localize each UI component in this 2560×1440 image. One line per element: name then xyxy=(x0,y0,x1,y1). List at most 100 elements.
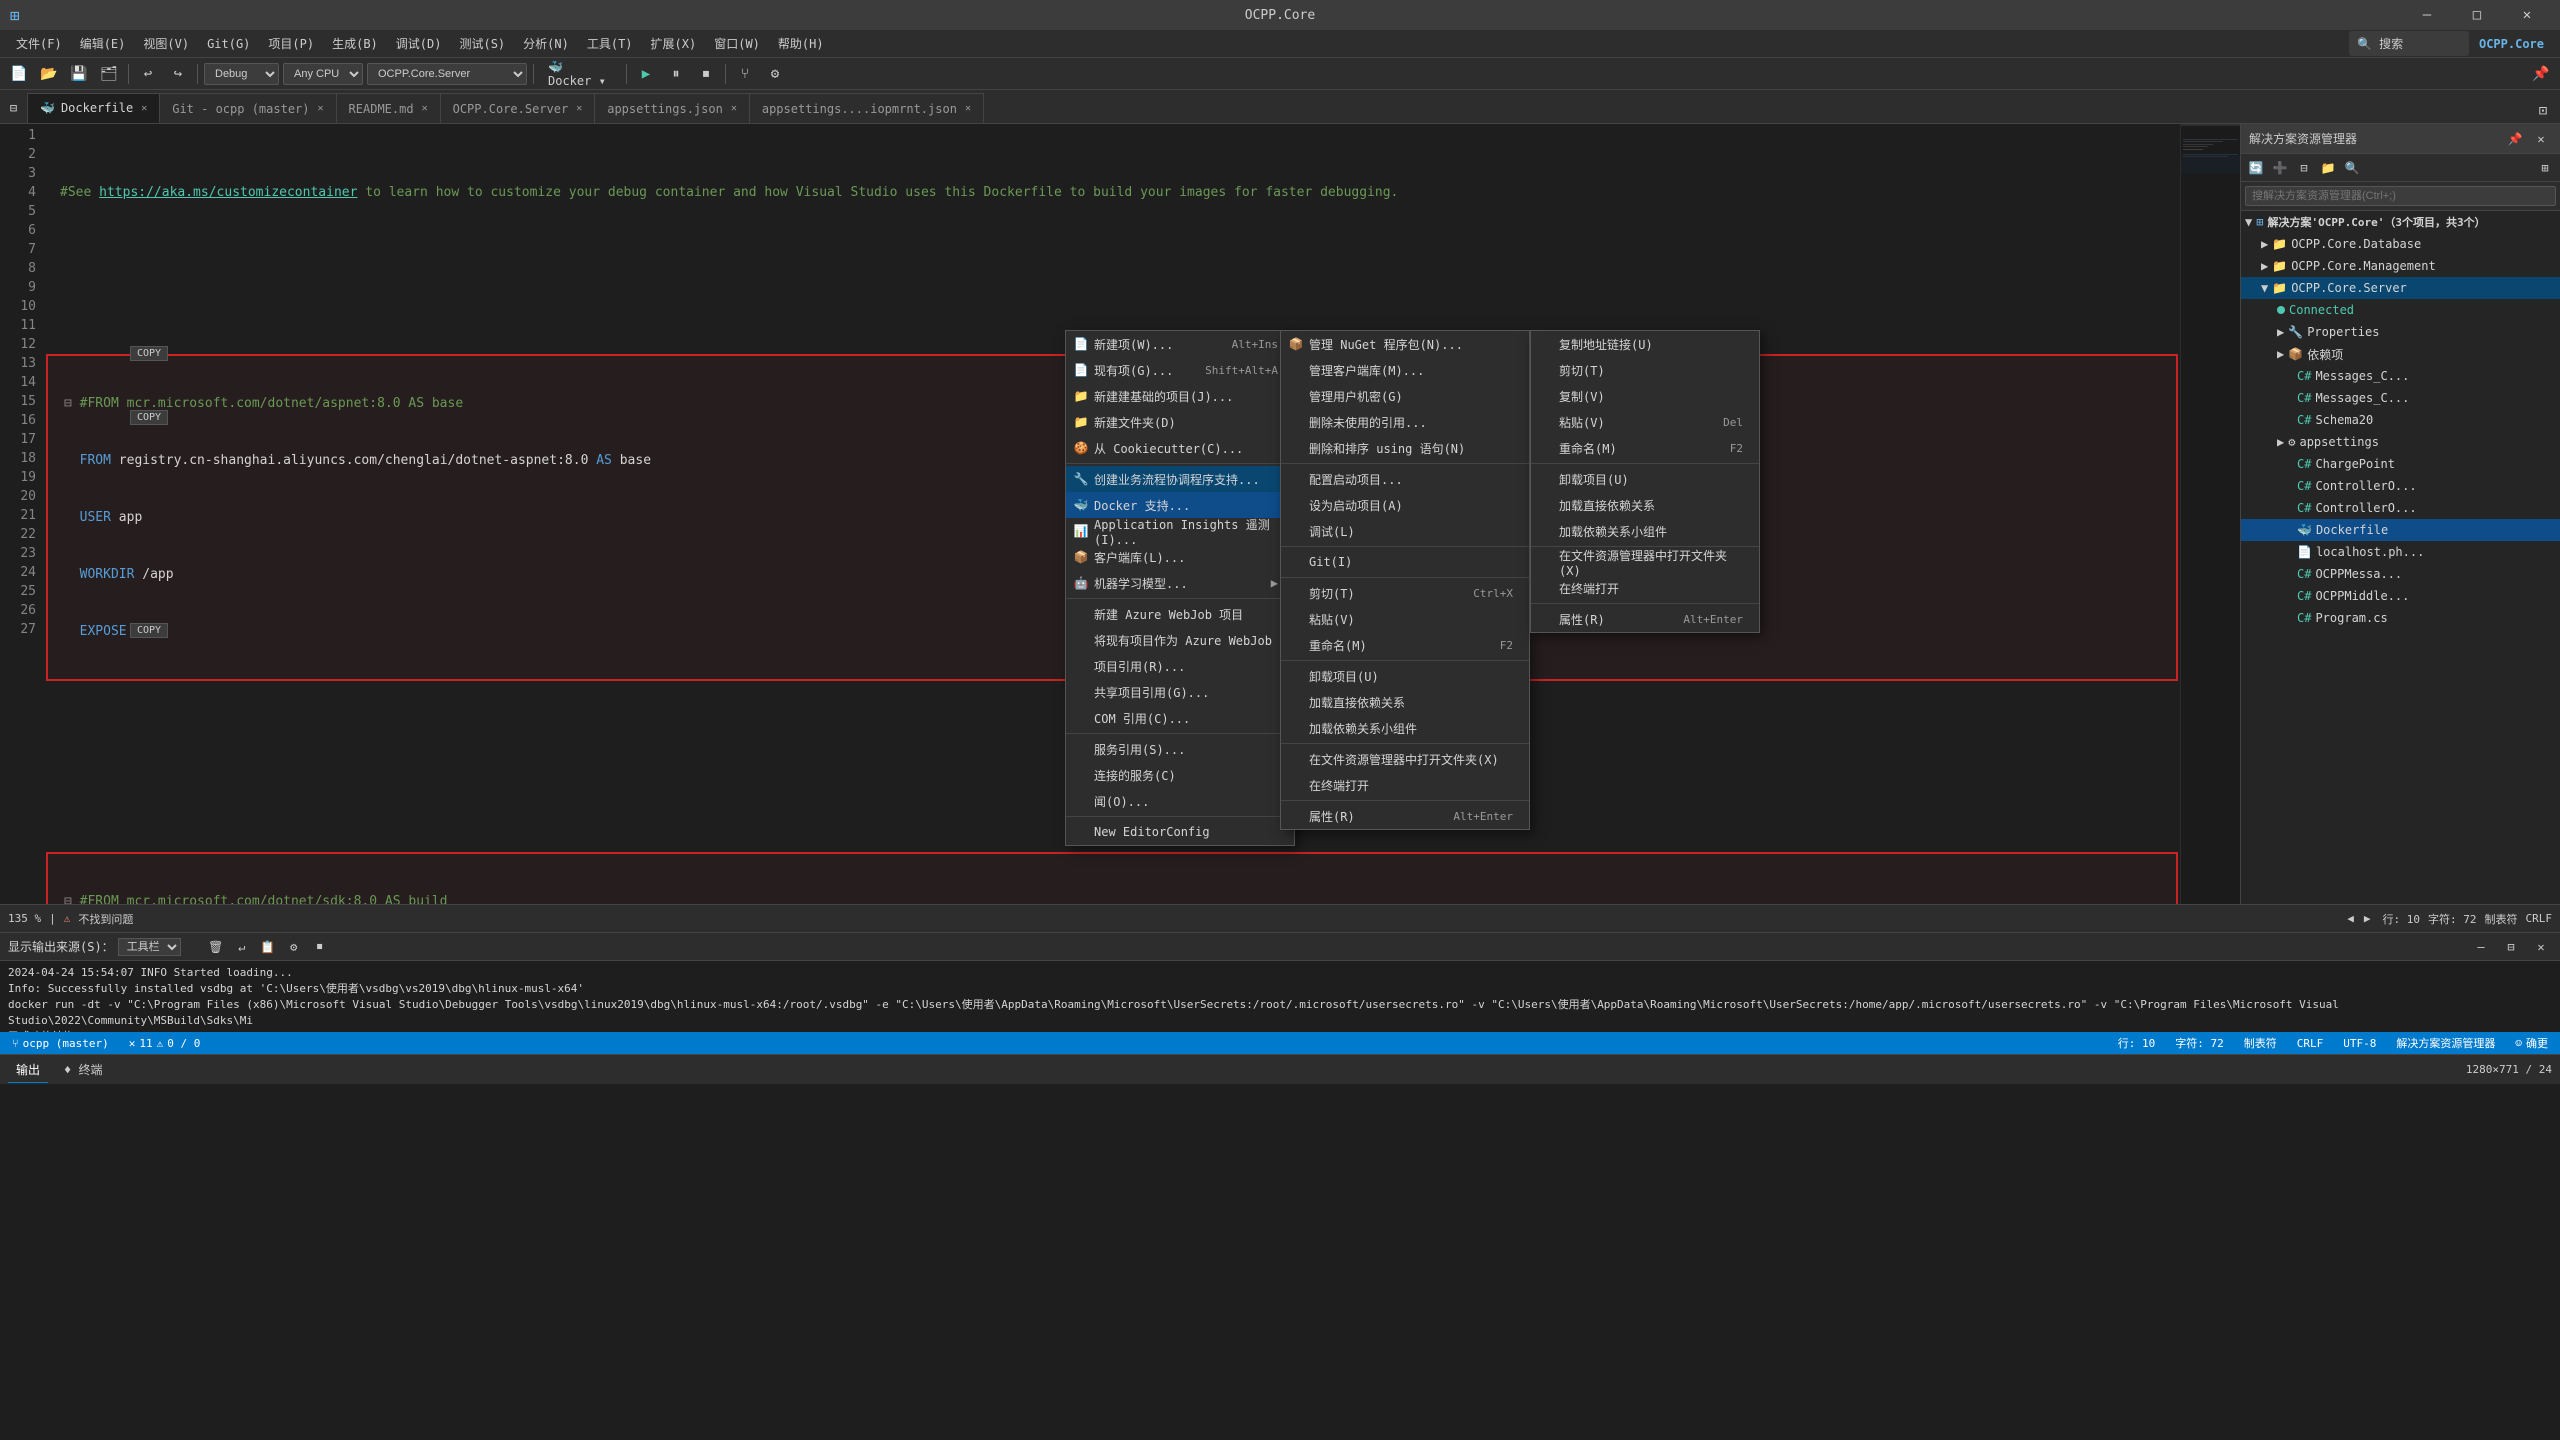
status-lineending[interactable]: CRLF xyxy=(2293,1037,2328,1050)
sub-rename[interactable]: 重命名(M) F2 xyxy=(1281,632,1529,658)
zoom-level[interactable]: 135 % xyxy=(8,912,41,925)
project-database[interactable]: ▶ 📁 OCPP.Core.Database xyxy=(2241,233,2560,255)
status-col[interactable]: 字符: 72 xyxy=(2171,1035,2228,1051)
ctx-connected-svc[interactable]: 连接的服务(C) xyxy=(1066,762,1294,788)
toolbar-pin[interactable]: 📌 xyxy=(2528,62,2554,86)
output-expand-icon[interactable]: ⊟ xyxy=(2500,936,2522,958)
line-ending-info[interactable]: CRLF xyxy=(2526,912,2553,925)
status-encoding[interactable]: UTF-8 xyxy=(2339,1037,2380,1050)
output-settings-icon[interactable]: ⚙ xyxy=(283,936,305,958)
menu-edit[interactable]: 编辑(E) xyxy=(72,31,134,56)
ctx-shared-ref[interactable]: 共享项目引用(G)... xyxy=(1066,679,1294,705)
sub-cut[interactable]: 剪切(T) Ctrl+X xyxy=(1281,580,1529,606)
third-open-folder[interactable]: 在文件资源管理器中打开文件夹(X) xyxy=(1531,549,1759,575)
ctx-docker-support[interactable]: 🐳 Docker 支持... xyxy=(1066,492,1294,518)
ctx-com-ref[interactable]: COM 引用(C)... xyxy=(1066,705,1294,731)
ctx-existing-azure-webjob[interactable]: 将现有项目作为 Azure WebJob xyxy=(1066,627,1294,653)
tab-expand-icon[interactable]: ⊡ xyxy=(2530,99,2556,123)
solution-filter-icon[interactable]: 🔍 xyxy=(2341,157,2363,179)
tab-output-bottom[interactable]: 输出 xyxy=(8,1057,48,1083)
solution-root[interactable]: ▼ ⊞ 解决方案'OCPP.Core'（3个项目，共3个） xyxy=(2241,211,2560,233)
scroll-controls[interactable]: ◀ ▶ xyxy=(2343,912,2374,925)
ctx-app-insights[interactable]: 📊 Application Insights 遥测(I)... xyxy=(1066,518,1294,544)
item-messages-1[interactable]: C# Messages_C... xyxy=(2241,365,2560,387)
scroll-right-icon[interactable]: ▶ xyxy=(2360,912,2375,925)
ctx-project-ref[interactable]: 项目引用(R)... xyxy=(1066,653,1294,679)
project-server[interactable]: ▼ 📁 OCPP.Core.Server xyxy=(2241,277,2560,299)
ctx-ml-model[interactable]: 🤖 机器学习模型... ▶ xyxy=(1066,570,1294,596)
output-clear-icon[interactable]: 🗑 xyxy=(205,936,227,958)
third-properties[interactable]: 属性(R) Alt+Enter xyxy=(1531,606,1759,632)
tab-dockerfile-close[interactable]: ✕ xyxy=(141,103,147,114)
menu-build[interactable]: 生成(B) xyxy=(324,31,386,56)
item-controllero-2[interactable]: C# ControllerO... xyxy=(2241,497,2560,519)
sub-git[interactable]: Git(I) xyxy=(1281,549,1529,575)
toolbar-open[interactable]: 📂 xyxy=(36,62,62,86)
sub-open-terminal[interactable]: 在终端打开 xyxy=(1281,772,1529,798)
status-lang[interactable]: 解决方案资源管理器 xyxy=(2392,1035,2499,1051)
ctx-new-azure-webjob[interactable]: 新建 Azure WebJob 项目 xyxy=(1066,601,1294,627)
ctx-open[interactable]: 闻(O)... xyxy=(1066,788,1294,814)
sub-properties[interactable]: 属性(R) Alt+Enter xyxy=(1281,803,1529,829)
third-load-widget[interactable]: 加载依赖关系小组件 xyxy=(1531,518,1759,544)
tab-git-close[interactable]: ✕ xyxy=(318,103,324,114)
sub-load-direct[interactable]: 加载直接依赖关系 xyxy=(1281,689,1529,715)
ctx-new-scaffold[interactable]: 📁 新建建基础的项目(J)... xyxy=(1066,383,1294,409)
third-load-direct[interactable]: 加载直接依赖关系 xyxy=(1531,492,1759,518)
item-programcs[interactable]: C# Program.cs xyxy=(2241,607,2560,629)
menu-search[interactable]: 🔍 搜索 xyxy=(2349,31,2469,56)
ctx-new-item[interactable]: 📄 新建项(W)... Alt+Ins xyxy=(1066,331,1294,357)
output-minimize-icon[interactable]: — xyxy=(2470,936,2492,958)
status-line[interactable]: 行: 10 xyxy=(2114,1035,2160,1051)
menu-tools[interactable]: 工具(T) xyxy=(579,31,641,56)
sub-open-folder[interactable]: 在文件资源管理器中打开文件夹(X) xyxy=(1281,746,1529,772)
sub-configure-startup[interactable]: 配置启动项目... xyxy=(1281,466,1529,492)
item-dependencies[interactable]: ▶ 📦 依赖项 xyxy=(2241,343,2560,365)
ctx-new-editorconfig[interactable]: New EditorConfig xyxy=(1066,819,1294,845)
menu-analyze[interactable]: 分析(N) xyxy=(515,31,577,56)
solution-expand-icon[interactable]: ⊞ xyxy=(2534,157,2556,179)
encoding-info[interactable]: 制表符 xyxy=(2485,911,2518,927)
server-select[interactable]: OCPP.Core.Server xyxy=(367,63,527,85)
toolbar-save-all[interactable]: 🗂 xyxy=(96,62,122,86)
status-feedback[interactable]: ☺ 确更 xyxy=(2511,1035,2552,1051)
menu-extensions[interactable]: 扩展(X) xyxy=(643,31,705,56)
status-git[interactable]: ⑂ ocpp (master) xyxy=(8,1037,113,1050)
tab-appsettings[interactable]: appsettings.json ✕ xyxy=(595,93,750,123)
solution-refresh-icon[interactable]: 🔄 xyxy=(2245,157,2267,179)
tab-git[interactable]: Git - ocpp (master) ✕ xyxy=(160,93,336,123)
solution-search-input[interactable] xyxy=(2245,186,2556,206)
toolbar-redo[interactable]: ↪ xyxy=(165,62,191,86)
output-stop-icon[interactable]: ⏹ xyxy=(309,936,331,958)
toolbar-start[interactable]: ▶ xyxy=(633,62,659,86)
minimize-button[interactable]: — xyxy=(2404,0,2450,30)
third-unload[interactable]: 卸载项目(U) xyxy=(1531,466,1759,492)
sub-paste[interactable]: 粘贴(V) xyxy=(1281,606,1529,632)
sub-client-lib[interactable]: 管理客户端库(M)... xyxy=(1281,357,1529,383)
window-controls[interactable]: — □ ✕ xyxy=(2404,0,2550,30)
tab-readme[interactable]: README.md ✕ xyxy=(337,93,441,123)
menu-help[interactable]: 帮助(H) xyxy=(770,31,832,56)
tab-list-icon[interactable]: ⊟ xyxy=(0,93,28,123)
menu-test[interactable]: 测试(S) xyxy=(451,31,513,56)
menu-window[interactable]: 窗口(W) xyxy=(706,31,768,56)
output-close-icon[interactable]: ✕ xyxy=(2530,936,2552,958)
output-source-select[interactable]: 工具栏 调试 生成 xyxy=(118,938,181,956)
maximize-button[interactable]: □ xyxy=(2454,0,2500,30)
ctx-cookiecutter[interactable]: 🍪 从 Cookiecutter(C)... xyxy=(1066,435,1294,461)
item-ocppmessa[interactable]: C# OCPPMessa... xyxy=(2241,563,2560,585)
item-chargepoint[interactable]: C# ChargePoint xyxy=(2241,453,2560,475)
menu-project[interactable]: 项目(P) xyxy=(260,31,322,56)
scroll-left-icon[interactable]: ◀ xyxy=(2343,912,2358,925)
third-cut[interactable]: 剪切(T) xyxy=(1531,357,1759,383)
sub-set-startup[interactable]: 设为启动项目(A) xyxy=(1281,492,1529,518)
sub-load-widget[interactable]: 加载依赖关系小组件 xyxy=(1281,715,1529,741)
toolbar-pause[interactable]: ⏸ xyxy=(663,62,689,86)
third-open-terminal[interactable]: 在终端打开 xyxy=(1531,575,1759,601)
item-schema20[interactable]: C# Schema20 xyxy=(2241,409,2560,431)
item-appsettings[interactable]: ▶ ⚙ appsettings xyxy=(2241,431,2560,453)
tab-appsettings2-close[interactable]: ✕ xyxy=(965,103,971,114)
tab-readme-close[interactable]: ✕ xyxy=(422,103,428,114)
toolbar-stop[interactable]: ⏹ xyxy=(693,62,719,86)
ctx-client-lib[interactable]: 📦 客户端库(L)... xyxy=(1066,544,1294,570)
